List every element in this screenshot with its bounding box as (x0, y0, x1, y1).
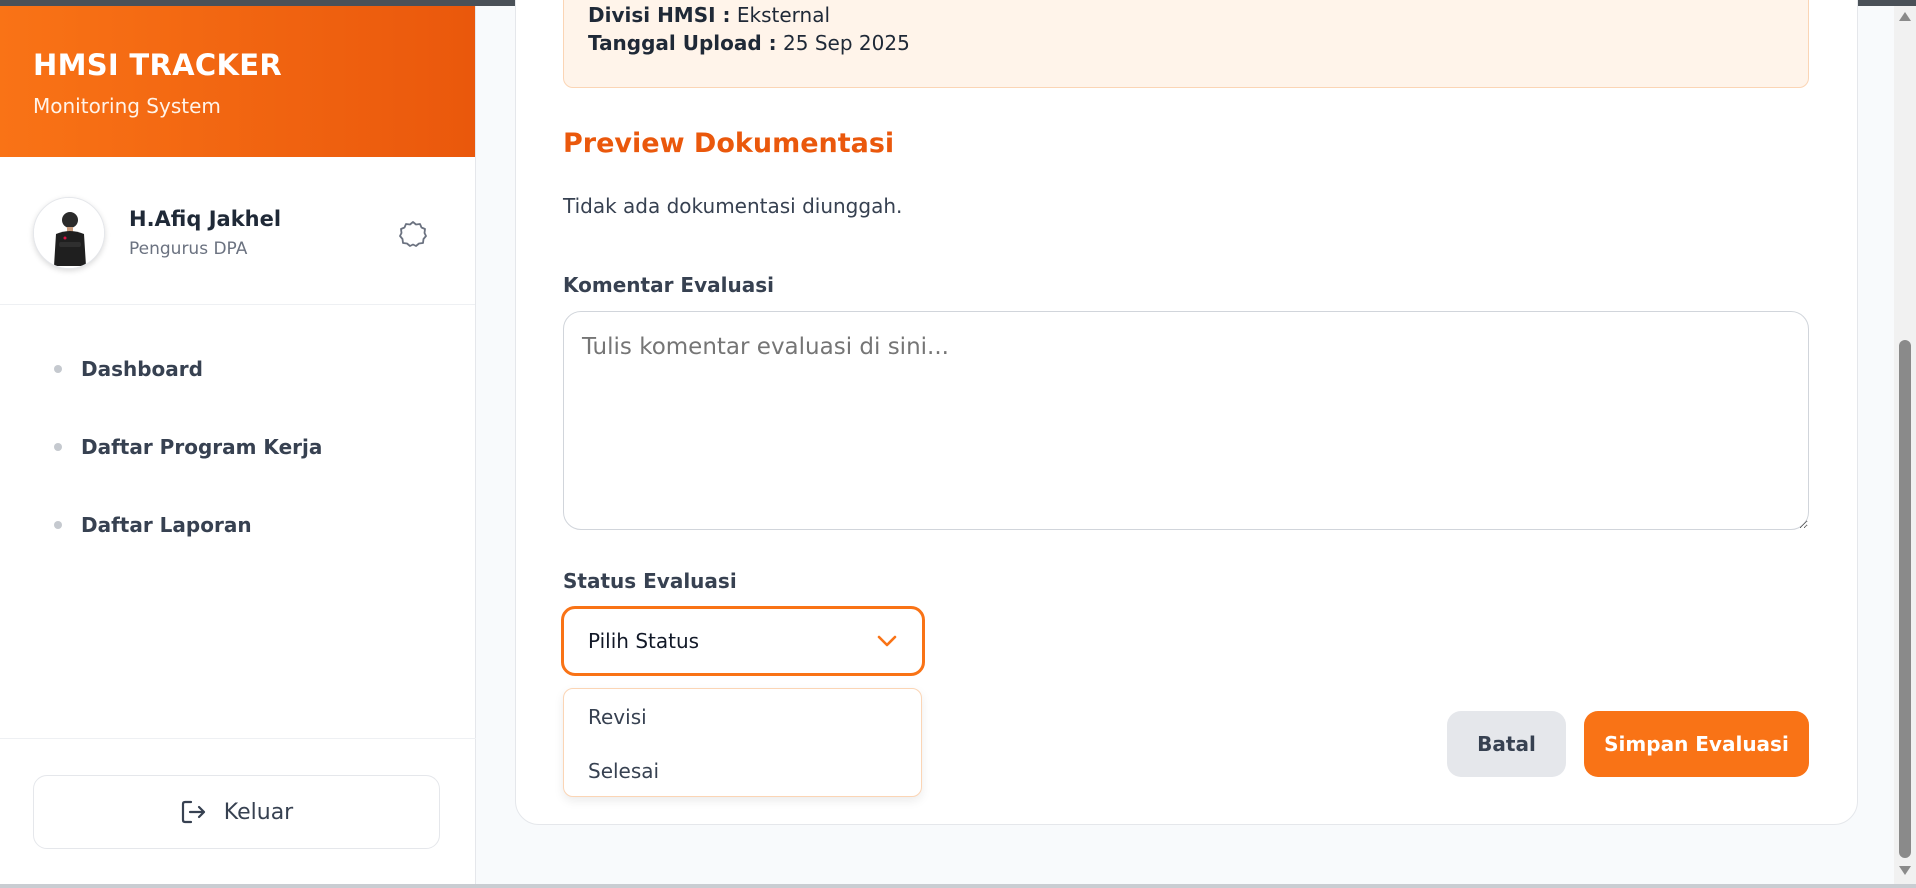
logout-icon (181, 800, 205, 824)
user-name: H.Afiq Jakhel (129, 207, 282, 231)
scrollbar-thumb[interactable] (1899, 340, 1911, 858)
status-option-selesai[interactable]: Selesai (588, 759, 659, 783)
logout-label: Keluar (223, 799, 294, 825)
user-profile: H.Afiq Jakhel Pengurus DPA (0, 157, 475, 305)
tanggal-info: Tanggal Upload : 25 Sep 2025 (588, 31, 910, 55)
sidebar-item-laporan[interactable]: Daftar Laporan (0, 510, 476, 588)
status-label: Status Evaluasi (563, 569, 737, 593)
bullet-icon (54, 443, 62, 451)
comment-label: Komentar Evaluasi (563, 273, 774, 297)
settings-icon[interactable] (398, 219, 428, 249)
cancel-button[interactable]: Batal (1447, 711, 1566, 777)
tanggal-label: Tanggal Upload : (588, 31, 777, 55)
bullet-icon (54, 521, 62, 529)
sidebar-item-label: Daftar Program Kerja (81, 435, 323, 459)
user-role: Pengurus DPA (129, 239, 248, 259)
divisi-value: Eksternal (736, 3, 831, 27)
report-info-box: Divisi HMSI : Eksternal Tanggal Upload :… (563, 0, 1809, 88)
sidebar-item-dashboard[interactable]: Dashboard (0, 354, 476, 432)
scroll-up-arrow-icon[interactable] (1899, 12, 1911, 21)
chevron-down-icon (877, 635, 897, 647)
sidebar-footer: Keluar (0, 738, 476, 884)
save-evaluation-button[interactable]: Simpan Evaluasi (1584, 711, 1809, 777)
status-selected-value: Pilih Status (588, 629, 700, 653)
status-option-revisi[interactable]: Revisi (588, 705, 647, 729)
sidebar-item-program-kerja[interactable]: Daftar Program Kerja (0, 432, 476, 510)
preview-title: Preview Dokumentasi (563, 128, 895, 159)
sidebar-item-label: Dashboard (81, 357, 203, 381)
avatar (33, 197, 105, 269)
sidebar-item-label: Daftar Laporan (81, 513, 252, 537)
divisi-label: Divisi HMSI : (588, 3, 731, 27)
tanggal-value: 25 Sep 2025 (783, 31, 910, 55)
brand-subtitle: Monitoring System (33, 94, 221, 118)
status-dropdown-menu: Revisi Selesai (563, 688, 922, 797)
brand-title: HMSI TRACKER (33, 48, 282, 82)
status-select[interactable]: Pilih Status (561, 606, 925, 676)
brand-header: HMSI TRACKER Monitoring System (0, 6, 475, 157)
scroll-down-arrow-icon[interactable] (1899, 866, 1911, 875)
person-avatar-icon (34, 198, 104, 268)
no-documentation-text: Tidak ada dokumentasi diunggah. (563, 194, 903, 218)
bullet-icon (54, 365, 62, 373)
window-bottom-border (0, 884, 1916, 888)
divisi-info: Divisi HMSI : Eksternal (588, 3, 830, 27)
logout-button[interactable]: Keluar (33, 775, 440, 849)
comment-textarea[interactable] (563, 311, 1809, 530)
sidebar-nav: Dashboard Daftar Program Kerja Daftar La… (0, 354, 476, 588)
sidebar: HMSI TRACKER Monitoring System H.Afiq Ja… (0, 6, 476, 884)
